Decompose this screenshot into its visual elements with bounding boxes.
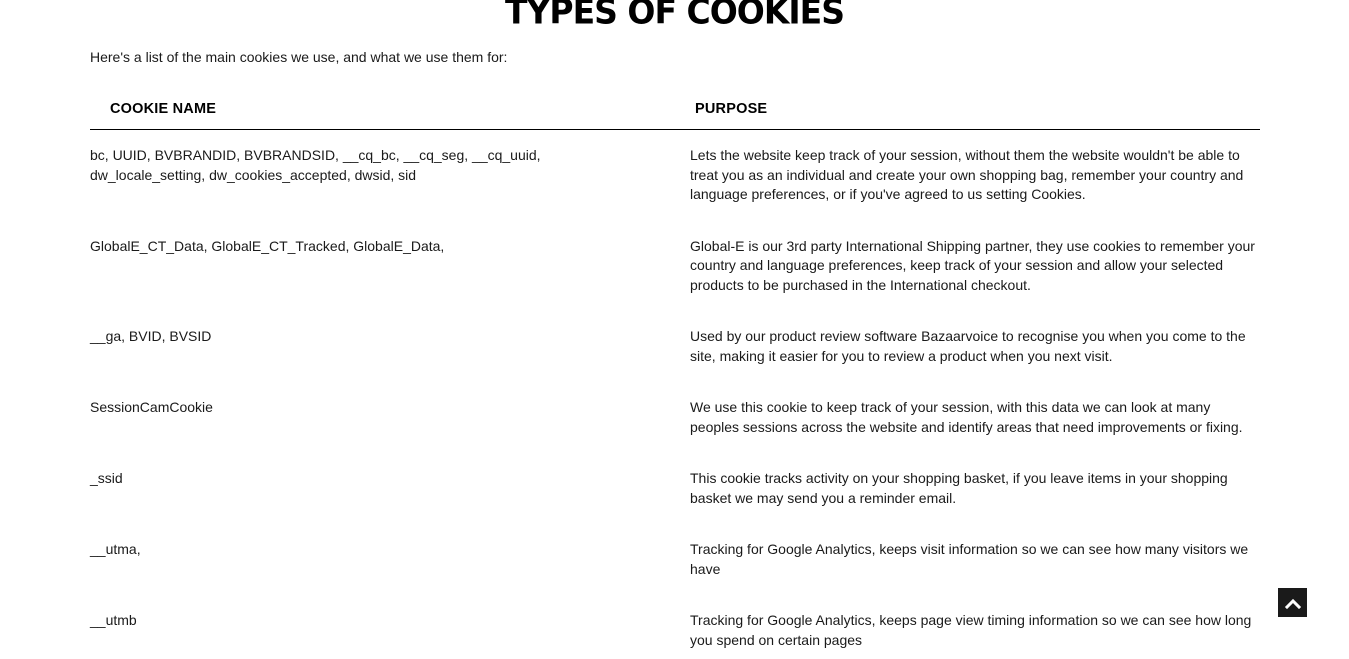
cookie-policy-page: TYPES OF COOKIES Here's a list of the ma… <box>0 0 1349 659</box>
intro-text: Here's a list of the main cookies we use… <box>90 49 508 65</box>
cookie-purpose-cell: Tracking for Google Analytics, keeps vis… <box>690 541 1249 577</box>
cookie-name-cell: GlobalE_CT_Data, GlobalE_CT_Tracked, Glo… <box>90 237 445 254</box>
cookies-table: COOKIE NAME PURPOSE bc, UUID, BVBRANDID,… <box>90 92 1260 659</box>
cookie-purpose-cell: Global-E is our 3rd party International … <box>690 237 1255 293</box>
table-row: SessionCamCookie We use this cookie to k… <box>90 382 1260 453</box>
table-body: bc, UUID, BVBRANDID, BVBRANDSID, __cq_bc… <box>90 130 1260 659</box>
cookie-name-cell: SessionCamCookie <box>90 399 213 415</box>
column-header-purpose: PURPOSE <box>695 101 768 117</box>
table-row: bc, UUID, BVBRANDID, BVBRANDSID, __cq_bc… <box>90 130 1260 221</box>
table-header: COOKIE NAME PURPOSE <box>90 92 1260 130</box>
cookie-purpose-cell: We use this cookie to keep track of your… <box>690 399 1243 435</box>
cookie-purpose-cell: Used by our product review software Baza… <box>690 328 1246 364</box>
table-row: _ssid This cookie tracks activity on you… <box>90 453 1260 524</box>
table-row: GlobalE_CT_Data, GlobalE_CT_Tracked, Glo… <box>90 221 1260 312</box>
cookie-name-cell: __utmb <box>90 612 137 628</box>
cookie-purpose-cell: This cookie tracks activity on your shop… <box>690 470 1228 506</box>
back-to-top-button[interactable] <box>1278 588 1307 617</box>
cookie-purpose-cell: Tracking for Google Analytics, keeps pag… <box>690 612 1252 648</box>
cookie-name-cell: __ga, BVID, BVSID <box>90 328 212 344</box>
table-row: __utmb Tracking for Google Analytics, ke… <box>90 595 1260 659</box>
table-row: __utma, Tracking for Google Analytics, k… <box>90 524 1260 595</box>
page-title: TYPES OF COOKIES <box>505 0 845 32</box>
table-row: __ga, BVID, BVSID Used by our product re… <box>90 311 1260 382</box>
column-header-cookie-name: COOKIE NAME <box>110 101 217 117</box>
chevron-up-icon <box>1284 598 1301 609</box>
cookie-name-cell: bc, UUID, BVBRANDID, BVBRANDSID, __cq_bc… <box>90 147 541 183</box>
cookie-purpose-cell: Lets the website keep track of your sess… <box>690 147 1244 202</box>
cookie-name-cell: __utma, <box>90 541 141 557</box>
cookie-name-cell: _ssid <box>90 470 123 486</box>
